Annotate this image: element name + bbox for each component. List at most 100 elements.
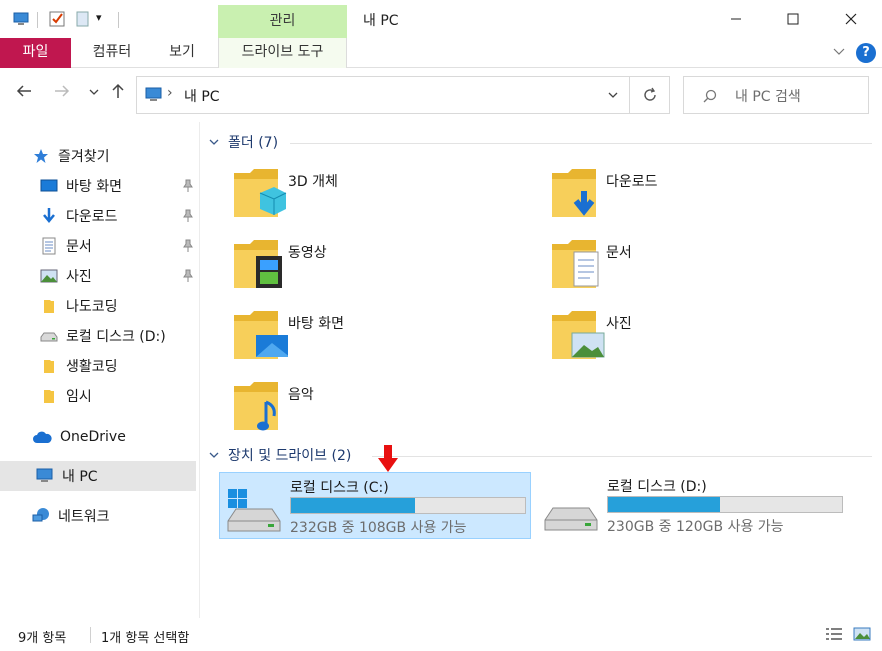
downloads-folder-icon — [550, 163, 606, 225]
tab-drive-tools[interactable]: 드라이브 도구 — [218, 38, 347, 68]
section-title: 폴더 (7) — [228, 135, 279, 151]
drive-usage-bar — [607, 496, 843, 513]
sidebar-item[interactable]: 로컬 디스크 (D:) — [40, 321, 196, 351]
chevron-down-icon — [209, 452, 219, 458]
customize-toolbar-icon[interactable]: ▾ — [96, 11, 114, 29]
tab-view[interactable]: 보기 — [152, 38, 212, 68]
folder-label: 3D 개체 — [288, 174, 338, 190]
sidebar-item[interactable]: 다운로드 — [40, 201, 196, 231]
section-divider — [290, 143, 872, 144]
download-icon — [40, 207, 58, 225]
properties-icon[interactable] — [48, 10, 66, 28]
folder-icon — [40, 387, 58, 405]
drive-icon — [543, 486, 599, 538]
back-button[interactable] — [12, 82, 36, 106]
folder-label: 음악 — [288, 387, 314, 403]
maximize-button[interactable] — [764, 0, 821, 38]
tab-file[interactable]: 파일 — [0, 38, 71, 68]
folder-icon — [40, 297, 58, 315]
sidebar-item-label: 생활코딩 — [66, 359, 118, 375]
sidebar-item[interactable]: 바탕 화면 — [40, 171, 196, 201]
folder-item[interactable]: 다운로드 — [550, 163, 850, 229]
new-folder-icon[interactable] — [74, 10, 92, 28]
breadcrumb-this-pc[interactable]: 내 PC — [184, 86, 220, 106]
sidebar-item-label: 바탕 화면 — [66, 179, 122, 195]
folder-item[interactable]: 문서 — [550, 234, 850, 300]
drives-section-header[interactable]: 장치 및 드라이브 (2) — [208, 445, 351, 465]
drive-free-space: 232GB 중 108GB 사용 가능 — [290, 520, 467, 536]
folder-item[interactable]: 사진 — [550, 305, 850, 371]
recent-locations-button[interactable] — [82, 82, 106, 106]
details-view-icon[interactable] — [825, 627, 843, 645]
sidebar-item[interactable]: 나도코딩 — [40, 291, 196, 321]
refresh-button[interactable] — [630, 76, 670, 114]
expand-ribbon-icon[interactable] — [832, 44, 846, 62]
drive-item[interactable]: 로컬 디스크 (C:) 232GB 중 108GB 사용 가능 — [219, 472, 531, 539]
videos-folder-icon — [232, 234, 288, 296]
section-divider — [372, 456, 872, 457]
address-bar[interactable]: › 내 PC — [136, 76, 630, 114]
divider — [37, 12, 38, 28]
nav-quick-access[interactable]: 즐겨찾기 — [32, 141, 228, 171]
drive-icon — [40, 327, 58, 345]
close-icon — [845, 13, 856, 25]
pictures-folder-icon — [550, 305, 606, 367]
sidebar-item[interactable]: 생활코딩 — [40, 351, 196, 381]
search-box[interactable]: 내 PC 검색 — [683, 76, 869, 114]
help-icon[interactable]: ? — [856, 43, 876, 63]
drive-usage-fill — [608, 497, 721, 512]
nav-onedrive[interactable]: OneDrive — [32, 422, 228, 452]
back-arrow-icon — [16, 85, 31, 97]
maximize-icon — [787, 13, 798, 25]
minimize-button[interactable] — [707, 0, 764, 38]
sidebar-item-label: 다운로드 — [66, 209, 118, 225]
address-dropdown-icon[interactable] — [607, 89, 619, 105]
documents-folder-icon — [550, 234, 606, 296]
forward-button[interactable] — [50, 82, 74, 106]
divider — [90, 627, 91, 643]
refresh-icon — [644, 87, 656, 101]
nav-label: 내 PC — [62, 469, 98, 485]
status-bar: 9개 항목 1개 항목 선택함 — [0, 620, 882, 651]
drive-name: 로컬 디스크 (C:) — [290, 480, 389, 496]
context-group-label: 관리 — [218, 5, 347, 38]
folder-item[interactable]: 3D 개체 — [232, 163, 532, 229]
breadcrumb-separator[interactable]: › — [167, 85, 173, 101]
this-pc-icon — [145, 87, 163, 107]
item-count: 9개 항목 — [18, 631, 67, 646]
folder-item[interactable]: 동영상 — [232, 234, 532, 300]
desktop-icon — [40, 177, 58, 195]
pin-icon — [182, 209, 194, 223]
large-icons-view-icon[interactable] — [853, 627, 871, 645]
selected-count: 1개 항목 선택함 — [101, 631, 190, 646]
sidebar-item[interactable]: 문서 — [40, 231, 196, 261]
sidebar-item-label: 로컬 디스크 (D:) — [66, 329, 166, 345]
minimize-icon — [730, 18, 741, 20]
network-icon — [32, 507, 50, 525]
folder-item[interactable]: 바탕 화면 — [232, 305, 532, 371]
tab-computer[interactable]: 컴퓨터 — [80, 38, 144, 68]
system-drive-icon — [226, 487, 282, 539]
folder-item[interactable]: 음악 — [232, 376, 532, 442]
search-placeholder: 내 PC 검색 — [735, 89, 801, 105]
close-button[interactable] — [822, 0, 879, 38]
sidebar-item[interactable]: 임시 — [40, 381, 196, 411]
nav-label: OneDrive — [60, 429, 126, 445]
drive-item[interactable]: 로컬 디스크 (D:) 230GB 중 120GB 사용 가능 — [537, 472, 849, 539]
sidebar-item-label: 문서 — [66, 239, 92, 255]
folders-section-header[interactable]: 폴더 (7) — [208, 132, 278, 152]
drive-name: 로컬 디스크 (D:) — [607, 479, 707, 495]
sidebar-item[interactable]: 사진 — [40, 261, 196, 291]
star-icon — [32, 147, 50, 165]
up-button[interactable] — [106, 82, 130, 106]
up-arrow-icon — [112, 83, 124, 98]
cloud-icon — [32, 428, 52, 446]
annotation-arrow-icon — [378, 445, 398, 472]
pin-icon — [182, 269, 194, 283]
this-pc-icon — [36, 467, 54, 485]
pin-icon — [182, 239, 194, 253]
drive-free-space: 230GB 중 120GB 사용 가능 — [607, 519, 784, 535]
nav-this-pc[interactable]: 내 PC — [0, 461, 196, 491]
folder-label: 사진 — [606, 316, 632, 332]
nav-network[interactable]: 네트워크 — [32, 501, 228, 531]
